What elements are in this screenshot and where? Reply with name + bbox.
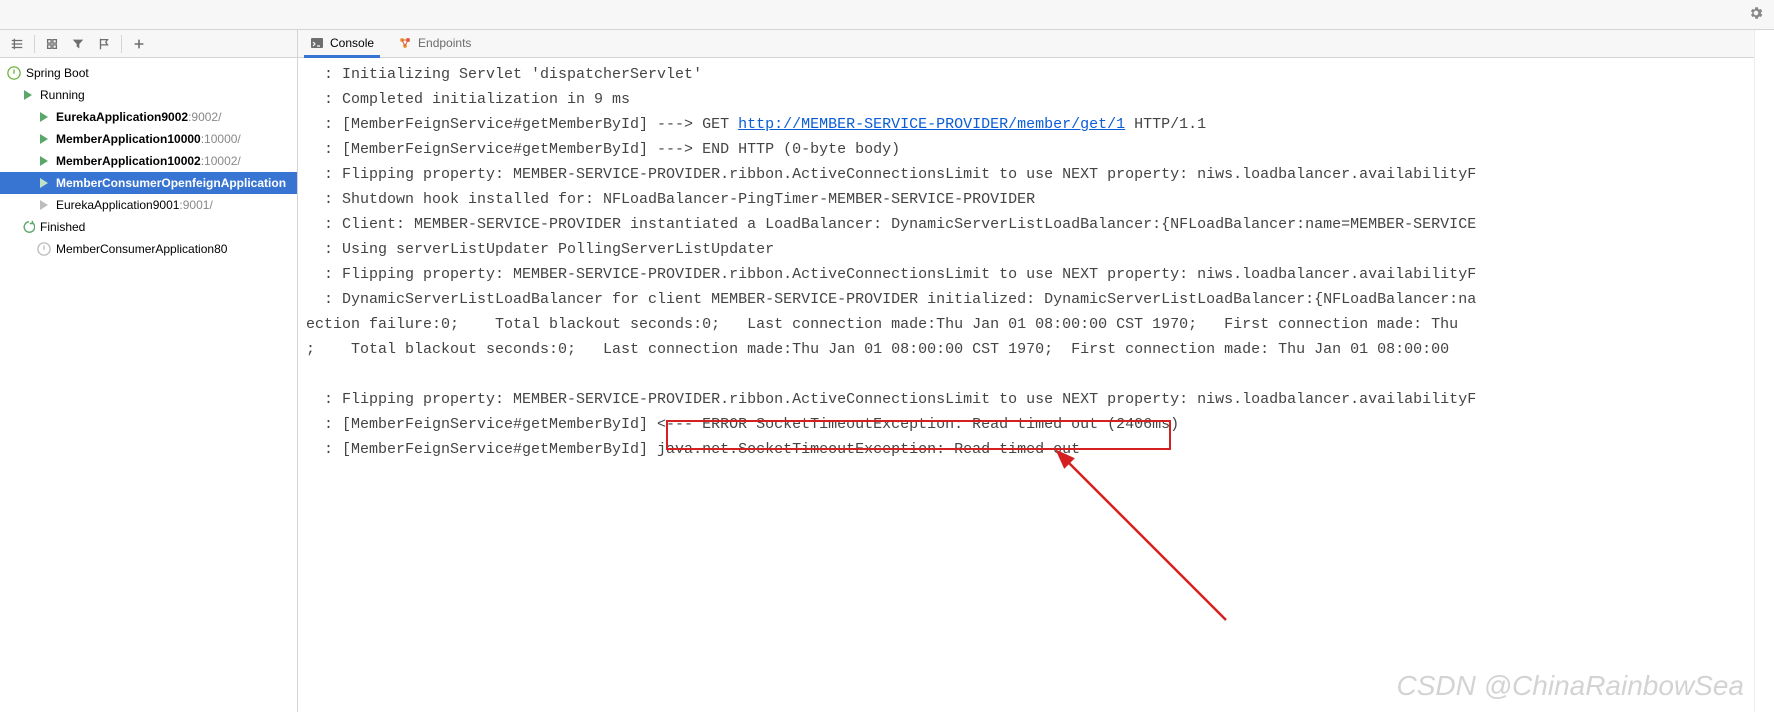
run-green-icon [36, 131, 52, 147]
tree-label: EurekaApplication9002 [56, 106, 188, 128]
finished-group[interactable]: Finished [0, 216, 297, 238]
tab-label: Endpoints [418, 36, 471, 50]
right-gutter [1754, 30, 1774, 712]
run-config-item[interactable]: MemberApplication10002 :10002/ [0, 150, 297, 172]
content-tabs: Console Endpoints [298, 30, 1754, 58]
tree-label: Finished [40, 216, 85, 238]
endpoints-icon [398, 36, 412, 50]
run-config-item-selected[interactable]: MemberConsumerOpenfeignApplication [0, 172, 297, 194]
spring-boot-icon [6, 65, 22, 81]
tab-console[interactable]: Console [306, 30, 378, 57]
console-url-link[interactable]: http://MEMBER-SERVICE-PROVIDER/member/ge… [738, 116, 1125, 133]
tab-endpoints[interactable]: Endpoints [394, 30, 475, 57]
port-label: :10002/ [201, 150, 241, 172]
tree-label: MemberApplication10002 [56, 150, 201, 172]
tree-label: MemberApplication10000 [56, 128, 201, 150]
port-label: :9002/ [188, 106, 221, 128]
run-green-icon [36, 153, 52, 169]
console-output[interactable]: : Initializing Servlet 'dispatcherServle… [298, 58, 1754, 712]
finished-icon [20, 219, 36, 235]
flag-icon[interactable] [93, 33, 115, 55]
run-config-item[interactable]: MemberApplication10000 :10000/ [0, 128, 297, 150]
tree-label: MemberConsumerOpenfeignApplication [56, 172, 286, 194]
scroll-to-icon[interactable] [41, 33, 63, 55]
run-green-icon [36, 175, 52, 191]
run-config-item[interactable]: EurekaApplication9001 :9001/ [0, 194, 297, 216]
tree-label: Running [40, 84, 85, 106]
services-sidebar: Spring Boot Running EurekaApplication900… [0, 30, 298, 712]
run-config-item[interactable]: EurekaApplication9002 :9002/ [0, 106, 297, 128]
sidebar-toolbar [0, 30, 297, 58]
running-group[interactable]: Running [0, 84, 297, 106]
toolbar-separator [121, 35, 122, 53]
collapse-icon[interactable] [6, 33, 28, 55]
run-green-icon [20, 87, 36, 103]
console-icon [310, 36, 324, 50]
port-label: :9001/ [179, 194, 212, 216]
run-grey-icon [36, 197, 52, 213]
filter-icon[interactable] [67, 33, 89, 55]
add-icon[interactable] [128, 33, 150, 55]
run-green-icon [36, 109, 52, 125]
finished-item[interactable]: MemberConsumerApplication80 [0, 238, 297, 260]
tree-label: MemberConsumerApplication80 [56, 238, 227, 260]
port-label: :10000/ [201, 128, 241, 150]
spring-boot-icon [36, 241, 52, 257]
spring-boot-node[interactable]: Spring Boot [0, 62, 297, 84]
top-toolbar [0, 0, 1774, 30]
gear-icon[interactable] [1748, 5, 1764, 24]
tree-label: Spring Boot [26, 62, 89, 84]
tab-label: Console [330, 36, 374, 50]
toolbar-separator [34, 35, 35, 53]
tree-label: EurekaApplication9001 [56, 194, 179, 216]
services-tree: Spring Boot Running EurekaApplication900… [0, 58, 297, 260]
